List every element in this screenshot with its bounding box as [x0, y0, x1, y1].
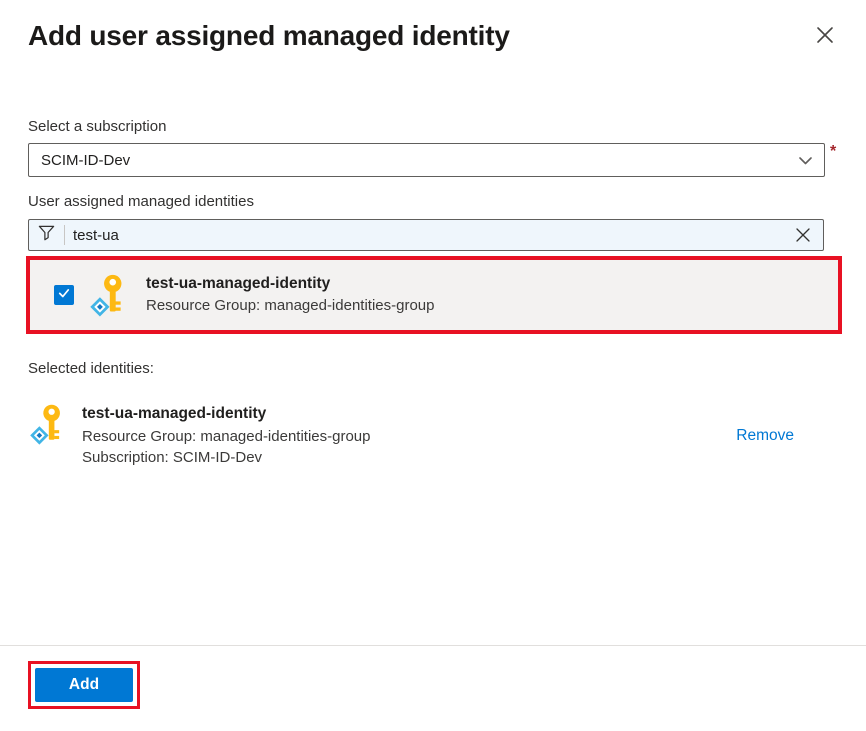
- identity-name: test-ua-managed-identity: [146, 273, 435, 295]
- filter-separator: [64, 225, 65, 245]
- close-button[interactable]: [810, 20, 840, 50]
- panel-footer: Add: [0, 645, 866, 731]
- filter-icon: [37, 223, 56, 247]
- selected-identity-subscription: Subscription: SCIM-ID-Dev: [82, 447, 724, 469]
- clear-filter-button[interactable]: [791, 223, 815, 247]
- identity-resource-group: Resource Group: managed-identities-group: [146, 295, 435, 317]
- page-title: Add user assigned managed identity: [28, 16, 510, 56]
- chevron-down-icon: [799, 152, 812, 169]
- identity-result-text: test-ua-managed-identity Resource Group:…: [146, 273, 435, 317]
- identity-result-row[interactable]: test-ua-managed-identity Resource Group:…: [30, 260, 838, 330]
- subscription-label: Select a subscription: [28, 118, 840, 135]
- managed-identity-icon: [88, 273, 132, 317]
- remove-link[interactable]: Remove: [736, 427, 794, 445]
- add-button[interactable]: Add: [35, 668, 133, 702]
- selected-identity-name: test-ua-managed-identity: [82, 403, 724, 425]
- managed-identity-icon: [28, 403, 70, 445]
- close-icon: [816, 32, 834, 47]
- annotation-box-add: Add: [28, 661, 140, 709]
- subscription-dropdown[interactable]: SCIM-ID-Dev: [28, 143, 825, 177]
- clear-icon: [795, 231, 811, 246]
- selected-identity-text: test-ua-managed-identity Resource Group:…: [82, 403, 724, 469]
- required-asterisk: *: [830, 147, 840, 157]
- identity-checkbox[interactable]: [54, 285, 74, 305]
- identity-filter-input[interactable]: [73, 227, 783, 244]
- panel-header: Add user assigned managed identity: [28, 16, 840, 56]
- subscription-value: SCIM-ID-Dev: [41, 152, 130, 169]
- add-identity-panel: Add user assigned managed identity Selec…: [0, 0, 866, 731]
- selected-identity-row: test-ua-managed-identity Resource Group:…: [28, 403, 840, 469]
- annotation-box-result: test-ua-managed-identity Resource Group:…: [26, 256, 842, 334]
- selected-identities-label: Selected identities:: [28, 360, 840, 377]
- subscription-field: SCIM-ID-Dev *: [28, 143, 840, 177]
- identity-filter-box: [28, 219, 824, 251]
- identities-label: User assigned managed identities: [28, 193, 840, 210]
- check-icon: [57, 286, 71, 305]
- selected-identity-resource-group: Resource Group: managed-identities-group: [82, 426, 724, 448]
